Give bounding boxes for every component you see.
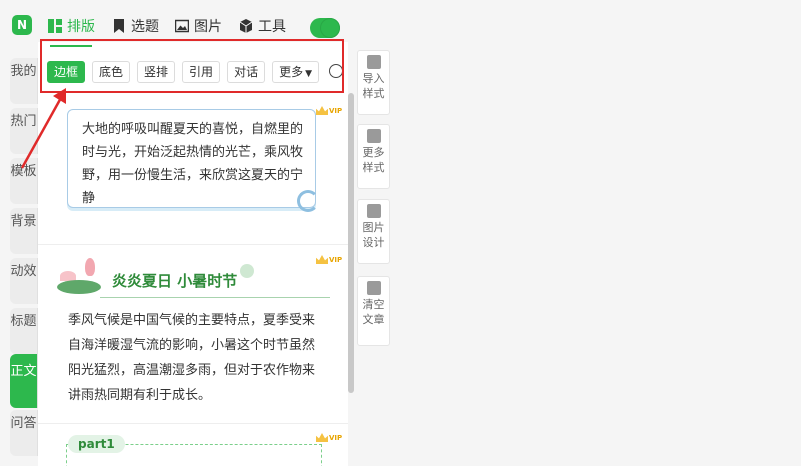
image-icon — [366, 204, 381, 218]
vtab-title[interactable]: 标题 — [10, 308, 38, 354]
vip-badge: VIP — [316, 433, 342, 442]
image-design-button[interactable]: 图片设计 — [357, 199, 390, 264]
tool-label: 清空文章 — [362, 298, 385, 326]
card-divider — [38, 244, 348, 245]
title-underline — [100, 297, 330, 298]
lotus-leaf-icon — [57, 280, 101, 294]
vip-label: VIP — [329, 433, 343, 442]
toggle-knob — [320, 18, 340, 38]
vip-label: VIP — [329, 106, 343, 115]
tab-label: 排版 — [67, 19, 95, 35]
vip-badge: VIP — [316, 106, 342, 115]
cube-icon — [239, 19, 253, 33]
tab-tools[interactable]: 工具 — [239, 16, 286, 36]
tool-label: 更多样式 — [362, 146, 385, 174]
vip-badge: VIP — [316, 255, 342, 264]
card-divider — [38, 423, 348, 424]
trash-icon — [366, 281, 381, 295]
vip-label: VIP — [329, 255, 343, 264]
style-card-border[interactable]: 大地的呼吸叫醒夏天的喜悦，自燃里的时与光，开始泛起热情的光芒，乘风牧野，用一份慢… — [67, 109, 316, 208]
tool-column: 导入样式 更多样式 图片设计 清空文章 — [357, 50, 390, 466]
more-styles-button[interactable]: 更多样式 — [357, 124, 390, 189]
card-text: 季风气候是中国气候的主要特点，夏季受来自海洋暖湿气流的影响，小暑这个时节虽然阳光… — [68, 313, 316, 403]
annotation-highlight-box — [40, 39, 344, 93]
lotus-bud-icon — [85, 258, 95, 276]
panel-scrollbar[interactable] — [348, 93, 354, 393]
vtab-background[interactable]: 背景 — [10, 208, 38, 254]
editor-page: N 排版 选题 图片 工具 我的 热门 模板 背景 动效 标题 正文 问答 边框… — [0, 0, 801, 466]
layout-icon — [48, 19, 62, 33]
vtab-qa[interactable]: 问答 — [10, 410, 38, 456]
import-icon — [366, 55, 381, 69]
circle-deco — [240, 264, 254, 278]
tab-label: 工具 — [258, 19, 286, 35]
tool-label: 导入样式 — [362, 72, 385, 100]
tab-layout[interactable]: 排版 — [48, 16, 95, 36]
card-title: 炎炎夏日 小暑时节 — [112, 272, 238, 290]
vtab-body[interactable]: 正文 — [10, 354, 38, 408]
feature-toggle[interactable] — [310, 18, 340, 38]
bookmark-icon — [114, 19, 124, 33]
image-icon — [175, 19, 189, 33]
tab-label: 选题 — [131, 19, 159, 35]
part-tag: part1 — [68, 435, 125, 453]
clear-article-button[interactable]: 清空文章 — [357, 276, 390, 346]
import-style-button[interactable]: 导入样式 — [357, 50, 390, 115]
vtab-effects[interactable]: 动效 — [10, 258, 38, 304]
crown-icon — [316, 433, 328, 442]
swirl-deco-icon — [297, 190, 319, 212]
tab-label: 图片 — [194, 19, 222, 35]
crown-icon — [316, 106, 328, 115]
app-logo: N — [12, 15, 32, 35]
card-text: 大地的呼吸叫醒夏天的喜悦，自燃里的时与光，开始泛起热情的光芒，乘风牧野，用一份慢… — [82, 122, 304, 206]
tab-images[interactable]: 图片 — [175, 16, 222, 36]
grid-icon — [366, 129, 381, 143]
tool-label: 图片设计 — [362, 221, 385, 249]
crown-icon — [316, 255, 328, 264]
tab-topics[interactable]: 选题 — [112, 16, 159, 36]
